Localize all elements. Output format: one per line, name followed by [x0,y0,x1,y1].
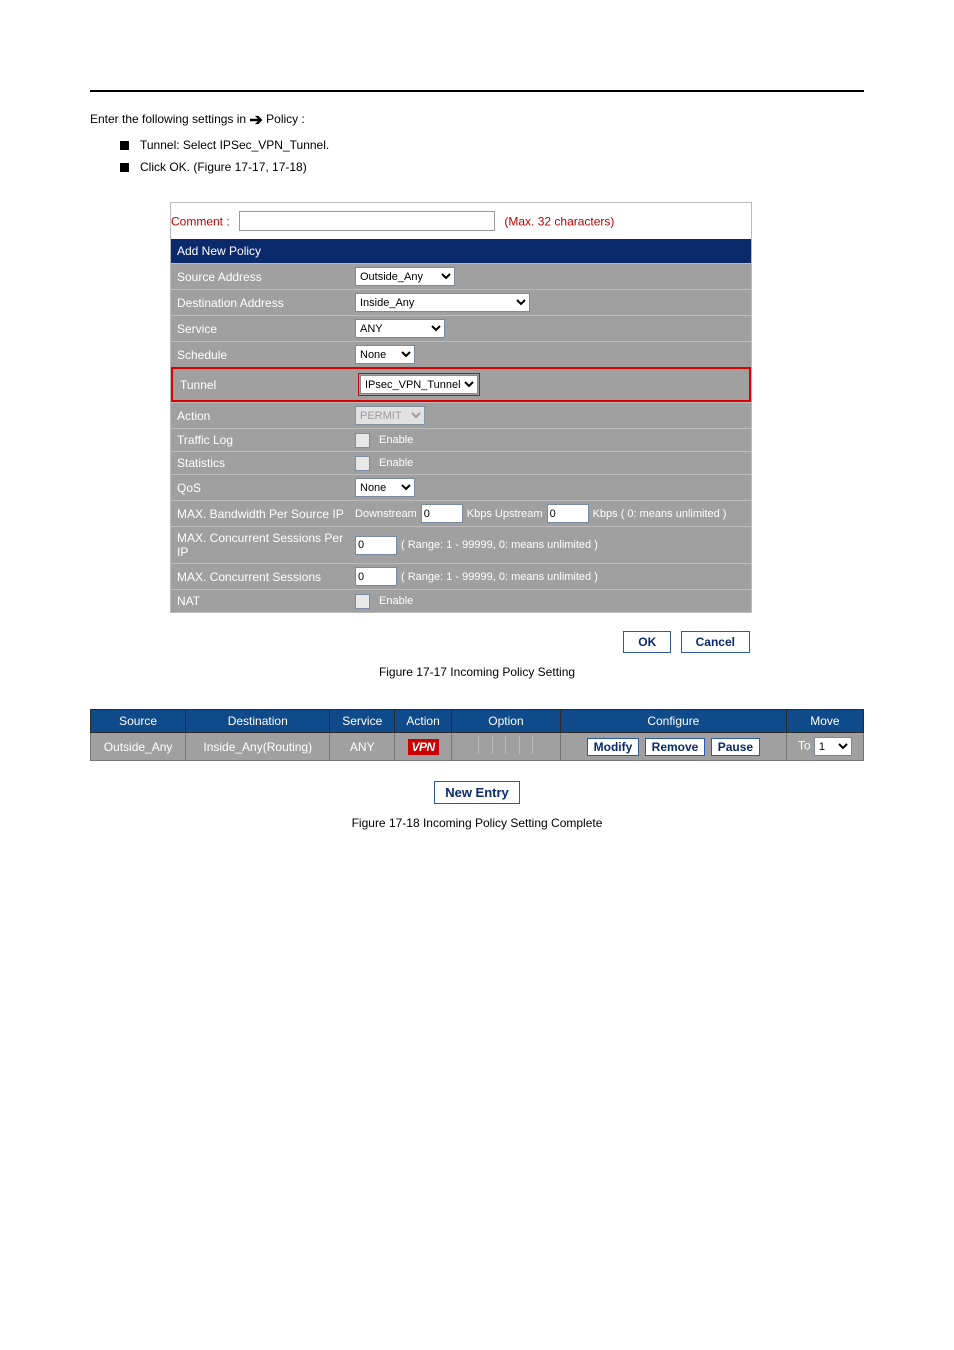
qos-label: QoS [171,477,351,499]
service-select[interactable]: ANY [355,319,445,338]
cancel-button[interactable]: Cancel [681,631,750,653]
stats-checkbox[interactable] [355,456,370,471]
cell-action: VPN [395,733,452,761]
cell-move: To 1 [786,733,863,761]
policy-form: Comment : (Max. 32 characters) Add New P… [170,202,752,613]
move-select[interactable]: 1 [814,737,852,756]
schedule-label: Schedule [171,344,351,366]
th-configure: Configure [560,710,786,733]
th-service: Service [330,710,395,733]
qos-select[interactable]: None [355,478,415,497]
option-strip [466,736,546,754]
figure-17-17-caption: Figure 17-17 Incoming Policy Setting [90,665,864,679]
csip-label: MAX. Concurrent Sessions Per IP [171,527,351,563]
form-header: Add New Policy [171,239,751,263]
tunnel-label: Tunnel [174,374,354,396]
th-action: Action [395,710,452,733]
cell-dest: Inside_Any(Routing) [186,733,330,761]
traffic-checkbox[interactable] [355,433,370,448]
ok-button[interactable]: OK [623,631,671,653]
comment-hint: (Max. 32 characters) [504,215,614,229]
modify-button[interactable]: Modify [587,738,640,756]
bw-up-input[interactable] [547,504,589,523]
cell-service: ANY [330,733,395,761]
pause-button[interactable]: Pause [711,738,760,756]
bullet-ok: Click OK. (Figure 17-17, 17-18) [120,160,864,174]
nav-to: Policy [266,112,298,126]
new-entry-button[interactable]: New Entry [434,781,520,804]
vpn-icon: VPN [408,739,439,755]
csip-input[interactable] [355,536,397,555]
colon: : [302,112,305,126]
tunnel-select[interactable]: IPsec_VPN_Tunnel [360,375,478,394]
bw-label: MAX. Bandwidth Per Source IP [171,503,351,525]
th-option: Option [451,710,560,733]
dest-select[interactable]: Inside_Any [355,293,530,312]
source-label: Source Address [171,266,351,288]
table-row: Outside_Any Inside_Any(Routing) ANY VPN … [91,733,864,761]
cell-source: Outside_Any [91,733,186,761]
bw-down-input[interactable] [421,504,463,523]
cell-configure: Modify Remove Pause [560,733,786,761]
dest-label: Destination Address [171,292,351,314]
remove-button[interactable]: Remove [645,738,706,756]
traffic-label: Traffic Log [171,429,351,451]
action-label: Action [171,405,351,427]
bullet-tunnel: Tunnel: Select IPSec_VPN_Tunnel. [120,138,864,152]
th-move: Move [786,710,863,733]
comment-input[interactable] [239,211,495,231]
schedule-select[interactable]: None [355,345,415,364]
source-select[interactable]: Outside_Any [355,267,455,286]
nat-label: NAT [171,590,351,612]
policy-table: Source Destination Service Action Option… [90,709,864,761]
cs-input[interactable] [355,567,397,586]
cs-label: MAX. Concurrent Sessions [171,566,351,588]
th-dest: Destination [186,710,330,733]
stats-label: Statistics [171,452,351,474]
cell-option [451,733,560,761]
nat-checkbox[interactable] [355,594,370,609]
step-prefix: Enter the following settings in [90,112,249,126]
action-select[interactable]: PERMIT [355,406,425,425]
comment-label: Comment : [171,215,230,229]
arrow-right-icon: ➔ [249,110,262,130]
figure-17-18-caption: Figure 17-18 Incoming Policy Setting Com… [90,816,864,830]
th-source: Source [91,710,186,733]
service-label: Service [171,318,351,340]
